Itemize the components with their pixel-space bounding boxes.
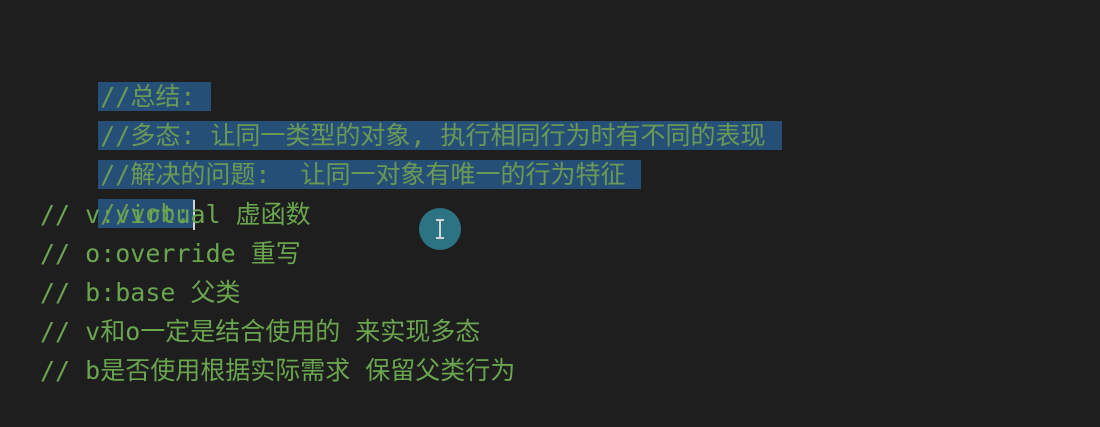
code-line-1[interactable]: //总结: — [40, 40, 212, 111]
code-editor[interactable]: //总结: //多态: 让同一类型的对象, 执行相同行为时有不同的表现 //解决… — [0, 0, 1100, 427]
code-line-6[interactable]: // o:override 重写 — [40, 235, 301, 273]
code-line-7[interactable]: // b:base 父类 — [40, 274, 241, 312]
text-cursor-icon — [419, 208, 461, 250]
code-line-9[interactable]: // b是否使用根据实际需求 保留父类行为 — [40, 352, 515, 390]
code-line-8[interactable]: // v和o一定是结合使用的 来实现多态 — [40, 313, 480, 351]
code-line-3[interactable]: //解决的问题: 让同一对象有唯一的行为特征 — [40, 118, 642, 189]
code-line-5[interactable]: // v:virtual 虚函数 — [40, 196, 311, 234]
code-line-2[interactable]: //多态: 让同一类型的对象, 执行相同行为时有不同的表现 — [40, 79, 782, 150]
code-line-4[interactable]: //vob: — [40, 157, 195, 230]
